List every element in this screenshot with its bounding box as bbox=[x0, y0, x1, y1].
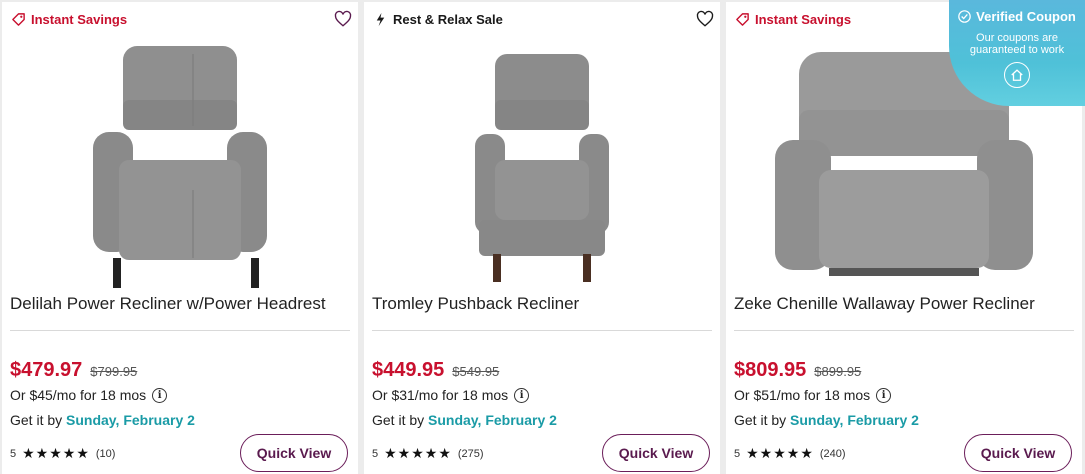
review-count: (240) bbox=[819, 447, 846, 460]
delivery-date: Sunday, February 2 bbox=[428, 412, 557, 428]
financing-text: Or $45/mo for 18 mos bbox=[10, 387, 147, 403]
price-block: $449.95 $549.95 bbox=[372, 359, 499, 382]
original-price: $549.95 bbox=[452, 364, 500, 379]
product-title[interactable]: Tromley Pushback Recliner bbox=[372, 294, 579, 314]
info-icon[interactable]: i bbox=[152, 387, 168, 403]
promo-badge: Instant Savings bbox=[11, 12, 127, 27]
delivery-info: Get it by Sunday, February 2 bbox=[734, 412, 919, 428]
promo-badge-label: Rest & Relax Sale bbox=[393, 12, 503, 27]
review-count: (275) bbox=[457, 447, 484, 460]
delivery-date: Sunday, February 2 bbox=[66, 412, 195, 428]
financing-info: Or $51/mo for 18 mos i bbox=[734, 387, 892, 403]
tag-icon bbox=[12, 13, 25, 26]
info-icon[interactable]: i bbox=[514, 387, 530, 403]
sale-price: $809.95 bbox=[734, 359, 807, 381]
info-icon[interactable]: i bbox=[876, 387, 892, 403]
price-block: $809.95 $899.95 bbox=[734, 359, 861, 382]
rating-value: 5 bbox=[10, 447, 17, 460]
quick-view-button[interactable]: Quick View bbox=[240, 434, 348, 472]
financing-text: Or $31/mo for 18 mos bbox=[372, 387, 509, 403]
quick-view-button[interactable]: Quick View bbox=[964, 434, 1072, 472]
promo-badge-label: Instant Savings bbox=[755, 12, 852, 27]
star-icon: ★★★★★ bbox=[22, 445, 90, 461]
quick-view-button[interactable]: Quick View bbox=[602, 434, 710, 472]
lightning-icon bbox=[376, 12, 385, 27]
verified-coupon-widget[interactable]: Verified Coupon Our coupons are guarante… bbox=[949, 0, 1085, 106]
divider bbox=[372, 330, 712, 331]
promo-badge: Instant Savings bbox=[735, 12, 851, 27]
coupon-title: Verified Coupon bbox=[976, 9, 1076, 24]
coupon-subtitle: Our coupons are guaranteed to work bbox=[969, 32, 1065, 56]
rating[interactable]: 5 ★★★★★ (240) bbox=[734, 445, 846, 462]
tag-icon bbox=[736, 13, 749, 26]
sale-price: $479.97 bbox=[10, 359, 83, 381]
home-icon-glyph bbox=[1011, 69, 1023, 81]
heart-icon[interactable] bbox=[334, 10, 352, 28]
rating-value: 5 bbox=[734, 447, 741, 460]
sale-price: $449.95 bbox=[372, 359, 445, 381]
delivery-date: Sunday, February 2 bbox=[790, 412, 919, 428]
product-image[interactable] bbox=[2, 40, 358, 290]
original-price: $799.95 bbox=[90, 364, 138, 379]
product-image[interactable] bbox=[364, 40, 720, 290]
delivery-prefix: Get it by bbox=[734, 412, 787, 428]
financing-info: Or $45/mo for 18 mos i bbox=[10, 387, 168, 403]
financing-text: Or $51/mo for 18 mos bbox=[734, 387, 871, 403]
rating[interactable]: 5 ★★★★★ (275) bbox=[372, 445, 484, 462]
recliner-image bbox=[475, 54, 609, 282]
promo-badge-label: Instant Savings bbox=[31, 12, 128, 27]
product-grid: Instant Savings Delilah Power Recliner w… bbox=[0, 0, 1085, 474]
financing-info: Or $31/mo for 18 mos i bbox=[372, 387, 530, 403]
star-icon: ★★★★★ bbox=[746, 445, 814, 461]
rating[interactable]: 5 ★★★★★ (10) bbox=[10, 445, 115, 462]
original-price: $899.95 bbox=[814, 364, 862, 379]
star-icon: ★★★★★ bbox=[384, 445, 452, 461]
recliner-image bbox=[93, 46, 267, 288]
product-card[interactable]: Instant Savings Delilah Power Recliner w… bbox=[2, 2, 358, 474]
heart-icon[interactable] bbox=[696, 10, 714, 28]
product-card[interactable]: Rest & Relax Sale Tromley Pushback Recli… bbox=[364, 2, 720, 474]
product-title[interactable]: Delilah Power Recliner w/Power Headrest bbox=[10, 294, 326, 314]
review-count: (10) bbox=[95, 447, 116, 460]
product-title[interactable]: Zeke Chenille Wallaway Power Recliner bbox=[734, 294, 1035, 314]
delivery-info: Get it by Sunday, February 2 bbox=[10, 412, 195, 428]
delivery-prefix: Get it by bbox=[372, 412, 425, 428]
delivery-prefix: Get it by bbox=[10, 412, 63, 428]
rating-value: 5 bbox=[372, 447, 379, 460]
price-block: $479.97 $799.95 bbox=[10, 359, 137, 382]
home-icon[interactable] bbox=[1004, 62, 1030, 88]
coupon-header: Verified Coupon bbox=[949, 9, 1085, 24]
divider bbox=[10, 330, 350, 331]
divider bbox=[734, 330, 1074, 331]
check-circle-icon bbox=[958, 10, 971, 23]
promo-badge: Rest & Relax Sale bbox=[373, 12, 503, 27]
delivery-info: Get it by Sunday, February 2 bbox=[372, 412, 557, 428]
